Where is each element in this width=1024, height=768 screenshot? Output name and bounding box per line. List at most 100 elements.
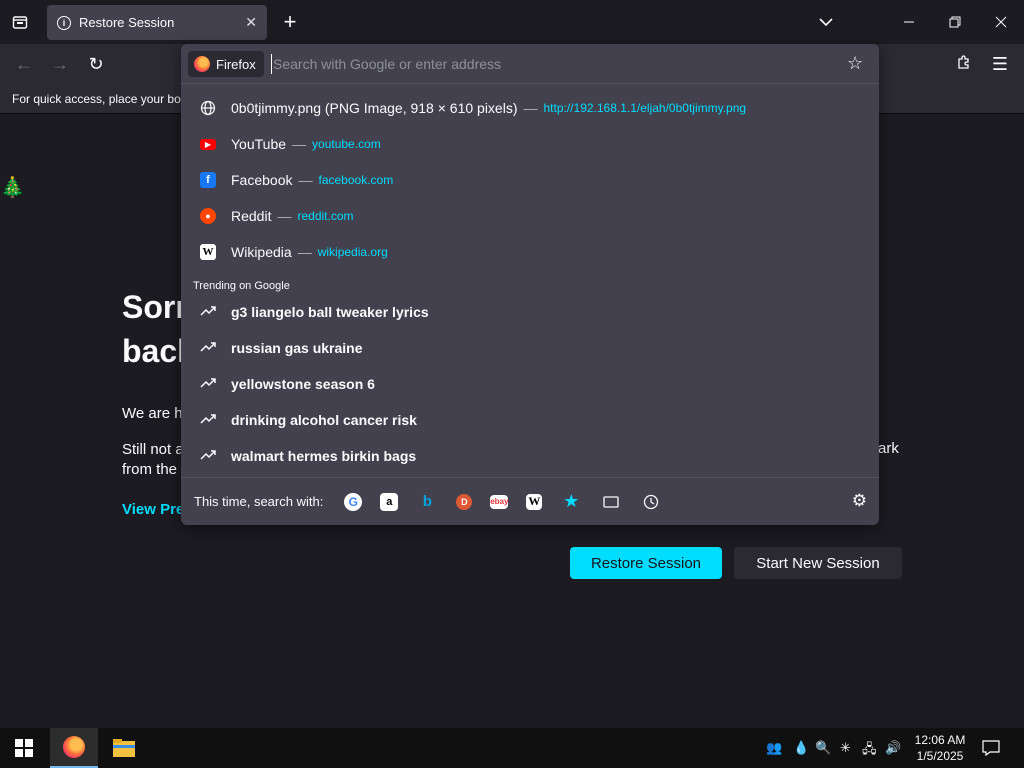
hamburger-icon: ☰	[991, 54, 1009, 74]
puzzle-icon	[958, 55, 969, 69]
suggestion-row[interactable]: f Facebook — facebook.com	[193, 162, 867, 198]
clock-date: 1/5/2025	[916, 749, 964, 763]
reload-button[interactable]: ↻	[83, 52, 109, 76]
tab-title: Restore Session	[79, 15, 175, 30]
intro-text: We are h	[122, 405, 183, 422]
separator: —	[298, 172, 313, 188]
action-center-button[interactable]	[968, 728, 1014, 768]
trending-arrow-icon	[200, 340, 216, 356]
suggestion-row[interactable]: W Wikipedia — wikipedia.org	[193, 234, 867, 270]
firefox-logo-icon	[194, 56, 210, 72]
bookmark-star-button[interactable]: ☆	[847, 53, 863, 74]
help-text: Still not a from the	[122, 440, 184, 480]
close-icon	[995, 16, 1007, 28]
windows-icon	[15, 739, 33, 757]
restore-session-button[interactable]: Restore Session	[570, 547, 722, 579]
volume-icon[interactable]: 🔊	[885, 740, 901, 756]
suggestion-title: Wikipedia	[231, 244, 292, 260]
minimize-icon	[904, 21, 914, 23]
facebook-icon: f	[200, 172, 216, 188]
one-off-search-bar: This time, search with: G a b D ebay W ★…	[181, 477, 879, 525]
trending-text: russian gas ukraine	[231, 340, 363, 356]
restore-button[interactable]	[932, 8, 978, 36]
help-text-line-1: Still not a	[122, 441, 184, 458]
trending-arrow-icon	[200, 376, 216, 392]
duckduckgo-icon[interactable]: D	[456, 493, 473, 510]
start-button[interactable]	[0, 728, 48, 768]
reload-icon: ↻	[88, 54, 104, 74]
separator: —	[277, 208, 292, 224]
wikipedia-icon[interactable]: W	[526, 493, 543, 510]
people-icon[interactable]: 👥	[766, 740, 782, 756]
suggestion-row[interactable]: ▶ YouTube — youtube.com	[193, 126, 867, 162]
suggestion-row[interactable]: ● Reddit — reddit.com	[193, 198, 867, 234]
view-previous-link[interactable]: View Pre	[122, 501, 184, 518]
suggestion-row[interactable]: 0b0tjimmy.png (PNG Image, 918 × 610 pixe…	[193, 90, 867, 126]
notification-icon	[982, 740, 1000, 756]
tab-close-icon[interactable]: ✕	[245, 14, 257, 31]
minimize-button[interactable]	[886, 8, 932, 36]
drop-icon[interactable]: 💧	[793, 740, 809, 756]
suggestion-url: http://192.168.1.1/eljah/0b0tjimmy.png	[543, 101, 747, 115]
trending-row[interactable]: g3 liangelo ball tweaker lyrics	[193, 294, 867, 330]
bookmarks-icon[interactable]: ★	[560, 491, 582, 513]
search-tool-icon[interactable]: 🔍	[815, 740, 831, 756]
trending-arrow-icon	[200, 412, 216, 428]
suggestion-url: reddit.com	[297, 209, 354, 223]
menu-button[interactable]: ☰	[987, 52, 1013, 76]
suggestion-url: facebook.com	[318, 173, 394, 187]
history-icon[interactable]	[640, 491, 662, 513]
system-clock[interactable]: 12:06 AM 1/5/2025	[910, 732, 970, 764]
trending-text: walmart hermes birkin bags	[231, 448, 417, 464]
back-arrow-icon: ←	[15, 54, 33, 74]
ebay-icon[interactable]: ebay	[490, 494, 508, 509]
trending-arrow-icon	[200, 448, 216, 464]
search-settings-gear-icon[interactable]: ⚙	[852, 491, 867, 511]
forward-arrow-icon: →	[51, 54, 69, 74]
new-tab-button[interactable]: +	[278, 9, 302, 35]
one-off-label: This time, search with:	[194, 494, 324, 509]
forward-button[interactable]: →	[47, 52, 73, 76]
close-window-button[interactable]	[978, 8, 1024, 36]
address-input[interactable]	[273, 53, 833, 75]
bookmarks-hint: For quick access, place your bookmarks h…	[12, 92, 182, 106]
list-all-tabs-button[interactable]	[816, 12, 836, 32]
tab-strip: i Restore Session ✕ +	[0, 0, 1024, 44]
identity-label: Firefox	[216, 56, 256, 72]
trending-text: drinking alcohol cancer risk	[231, 412, 417, 428]
separator: —	[523, 100, 538, 116]
restore-window-icon	[949, 16, 961, 28]
amazon-icon[interactable]: a	[380, 492, 399, 511]
urlbar-input-row: Firefox ☆	[181, 44, 879, 84]
extensions-button[interactable]	[951, 52, 977, 76]
help-text-line-2: from the	[122, 461, 178, 478]
folder-icon	[113, 739, 135, 757]
trending-row[interactable]: russian gas ukraine	[193, 330, 867, 366]
tab-restore-session[interactable]: i Restore Session ✕	[47, 5, 267, 40]
bing-icon[interactable]: b	[416, 491, 438, 513]
back-button[interactable]: ←	[11, 52, 37, 76]
start-new-session-button[interactable]: Start New Session	[734, 547, 902, 579]
youtube-icon: ▶	[200, 138, 216, 150]
suggestion-title: 0b0tjimmy.png (PNG Image, 918 × 610 pixe…	[231, 100, 518, 116]
clock-time: 12:06 AM	[914, 733, 966, 747]
trending-row[interactable]: drinking alcohol cancer risk	[193, 402, 867, 438]
sparkle-icon[interactable]: ✳	[840, 740, 851, 756]
firefox-view-button[interactable]	[8, 10, 32, 34]
trending-row[interactable]: walmart hermes birkin bags	[193, 438, 867, 474]
tabs-icon[interactable]	[600, 491, 622, 513]
wikipedia-icon: W	[200, 244, 216, 260]
suggestion-url: wikipedia.org	[317, 245, 388, 259]
trending-header: Trending on Google	[193, 280, 290, 292]
help-text-right: ark	[878, 440, 899, 457]
taskbar-file-explorer[interactable]	[100, 728, 148, 768]
suggestion-title: YouTube	[231, 136, 287, 152]
firefox-logo-icon	[63, 736, 85, 758]
network-icon[interactable]: 🖧	[862, 740, 877, 762]
google-icon[interactable]: G	[344, 492, 363, 511]
separator: —	[292, 136, 307, 152]
taskbar-firefox[interactable]	[50, 728, 98, 768]
identity-button[interactable]: Firefox	[188, 51, 264, 77]
info-icon: i	[57, 15, 71, 30]
trending-row[interactable]: yellowstone season 6	[193, 366, 867, 402]
